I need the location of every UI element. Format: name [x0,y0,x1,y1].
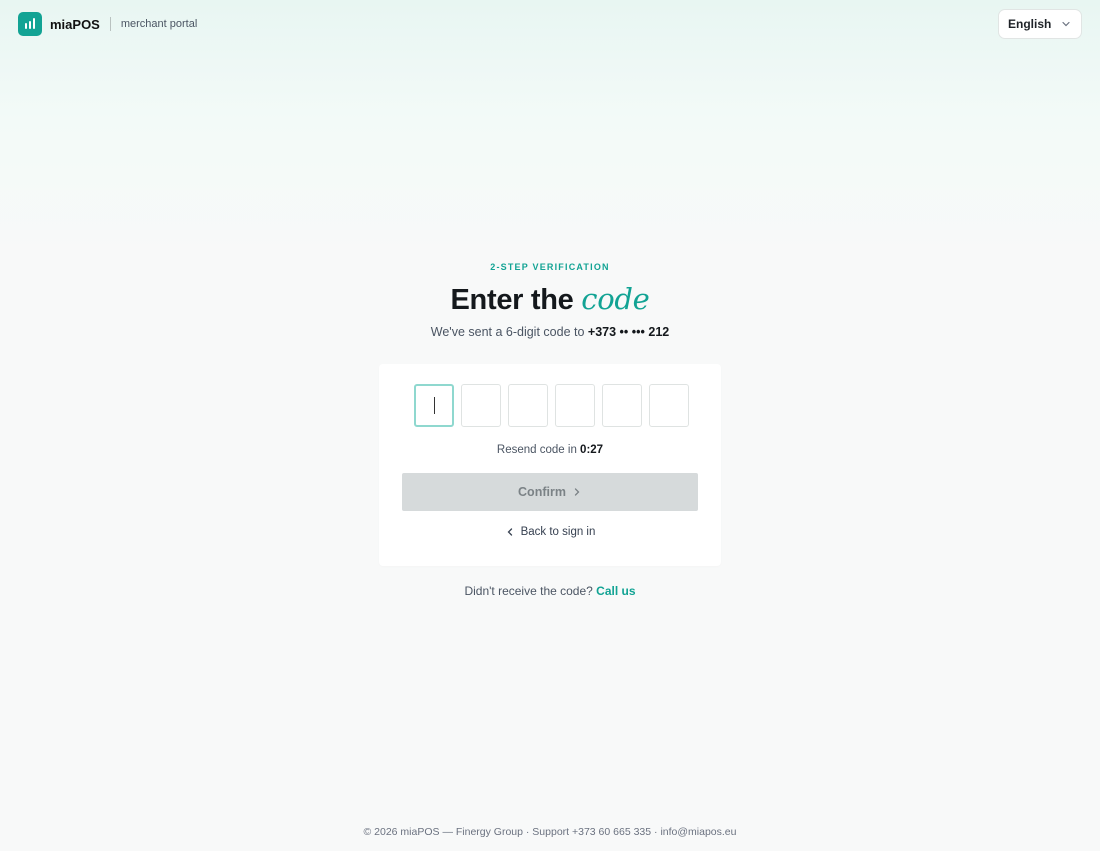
otp-digit-6[interactable] [649,384,689,427]
footer-text: © 2026 miaPOS — Finergy Group · Support … [363,826,737,838]
title-main: Enter the [450,284,574,316]
language-select[interactable]: English [998,9,1082,39]
back-label: Back to sign in [520,526,596,538]
otp-digit-5[interactable] [602,384,642,427]
sent-prefix: We've sent a 6-digit code to [430,325,585,339]
page-title: Enter the code [0,282,1100,317]
resend-prefix: Resend code in [496,444,577,456]
text-caret [434,397,435,414]
brand-name[interactable]: miaPOS [50,17,100,32]
otp-digit-3[interactable] [508,384,548,427]
otp-digit-2[interactable] [461,384,501,427]
sent-description: We've sent a 6-digit code to +373 •• •••… [0,325,1100,339]
chevron-right-icon [574,488,580,496]
resend-timer: 0:27 [580,444,604,456]
call-us-link[interactable]: Call us [596,584,635,598]
bar-chart-icon[interactable] [18,12,42,36]
brand-subtitle: merchant portal [120,18,198,30]
divider [109,17,111,31]
title-accent: code [581,282,650,316]
back-to-sign-in-link[interactable]: Back to sign in [379,526,721,538]
step-eyebrow: 2-STEP VERIFICATION [490,262,610,272]
otp-digit-4[interactable] [555,384,595,427]
resend-countdown: Resend code in 0:27 [379,444,721,456]
help-question: Didn't receive the code? [464,584,593,598]
masked-phone: +373 •• ••• 212 [587,325,670,339]
confirm-button[interactable]: Confirm [402,473,698,511]
confirm-label: Confirm [518,485,566,499]
language-label: English [1008,17,1052,31]
chevron-down-icon [1062,21,1070,27]
otp-input-group [414,384,689,427]
chevron-left-icon [507,528,512,536]
help-text: Didn't receive the code? Call us [0,584,1100,598]
verification-card: Resend code in 0:27 Confirm Back to sign… [379,364,721,566]
top-bar: miaPOS merchant portal English [0,0,1100,48]
